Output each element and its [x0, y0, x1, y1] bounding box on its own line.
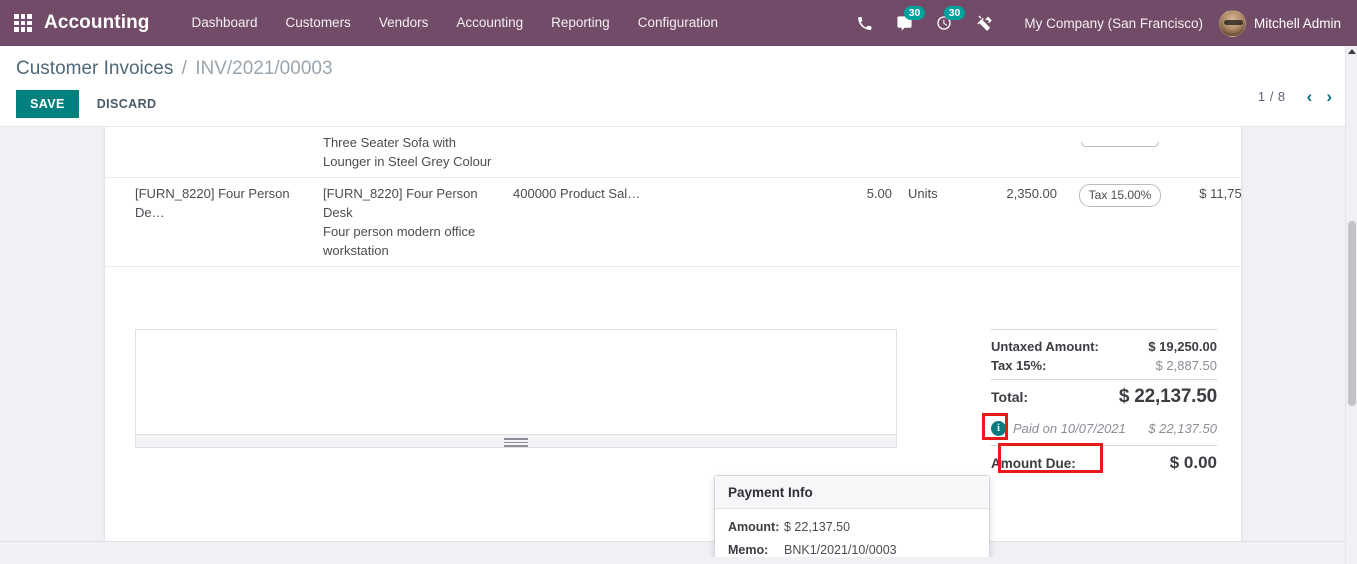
menu-configuration[interactable]: Configuration [624, 0, 732, 46]
apps-grid-icon[interactable] [14, 14, 32, 32]
user-name-label: Mitchell Admin [1253, 15, 1341, 31]
menu-vendors[interactable]: Vendors [365, 0, 443, 46]
tax-badge-clipped [1081, 142, 1159, 147]
payment-amount-value: $ 22,137.50 [784, 520, 851, 534]
total-value: $ 22,137.50 [1118, 386, 1217, 407]
invoice-lines-table: Three Seater Sofa with Lounger in Steel … [105, 127, 1241, 267]
developer-tools-icon[interactable] [969, 8, 999, 38]
line-subtotal [1175, 127, 1241, 178]
top-navbar: Accounting Dashboard Customers Vendors A… [0, 0, 1357, 46]
line-subtotal: $ 11,750.00 [1175, 177, 1241, 267]
info-circle-icon[interactable]: i [991, 421, 1006, 436]
payment-amount-label: Amount: [728, 520, 780, 534]
totals-total-row: Total: $ 22,137.50 [991, 379, 1217, 410]
line-quantity[interactable] [825, 127, 900, 178]
tax-label: Tax 15%: [991, 358, 1047, 373]
amount-due-value: $ 0.00 [1169, 453, 1217, 472]
breadcrumb-customer-invoices[interactable]: Customer Invoices [16, 58, 173, 79]
user-menu[interactable]: Mitchell Admin [1218, 9, 1349, 37]
paid-amount-value: $ 22,137.50 [1148, 421, 1217, 436]
paid-on-label: Paid on 10/07/2021 [1013, 421, 1126, 436]
payment-memo-value: BNK1/2021/10/0003 (INV/2021/00003) [784, 543, 897, 557]
record-action-buttons: SAVE DISCARD [16, 90, 1341, 118]
payment-info-title: Payment Info [715, 476, 989, 509]
totals-tax-row: Tax 15%: $ 2,887.50 [991, 356, 1217, 375]
line-spacer [705, 177, 825, 267]
notes-resize-bar[interactable] [135, 435, 897, 448]
menu-reporting[interactable]: Reporting [537, 0, 624, 46]
line-product[interactable] [105, 127, 315, 178]
menu-dashboard[interactable]: Dashboard [178, 0, 272, 46]
scroll-up-arrow-icon[interactable] [1348, 49, 1356, 54]
payment-amount-row: Amount: $ 22,137.50 [728, 517, 976, 540]
table-row[interactable]: Three Seater Sofa with Lounger in Steel … [105, 127, 1241, 178]
breadcrumb-separator: / [181, 58, 187, 79]
line-uom[interactable]: Units [900, 177, 970, 267]
totals-paid-row: i Paid on 10/07/2021 $ 22,137.50 [982, 413, 1217, 440]
payment-info-popover: Payment Info Amount: $ 22,137.50 Memo: B… [714, 475, 990, 557]
sheet-bottom-zone: Untaxed Amount: $ 19,250.00 Tax 15%: $ 2… [105, 329, 1241, 473]
payment-memo-label: Memo: [728, 543, 769, 557]
control-panel: Customer Invoices / INV/2021/00003 SAVE … [0, 46, 1357, 127]
totals-amount-due-row: Amount Due: $ 0.00 [991, 443, 1217, 475]
discard-button[interactable]: DISCARD [85, 90, 169, 118]
total-label: Total: [991, 389, 1029, 405]
line-product[interactable]: [FURN_8220] Four Person De… [105, 177, 315, 267]
pager-count: 1 / 8 [1257, 89, 1286, 104]
untaxed-amount-label: Untaxed Amount: [991, 339, 1099, 354]
line-quantity[interactable]: 5.00 [825, 177, 900, 267]
pager-previous-icon[interactable]: ‹ [1300, 88, 1320, 105]
phone-icon[interactable] [849, 8, 879, 38]
invoice-totals: Untaxed Amount: $ 19,250.00 Tax 15%: $ 2… [982, 329, 1217, 475]
vertical-scrollbar[interactable] [1345, 46, 1357, 564]
resize-grip-icon[interactable] [504, 438, 528, 447]
table-row[interactable]: [FURN_8220] Four Person De… [FURN_8220] … [105, 177, 1241, 267]
pager-next-icon[interactable]: › [1319, 88, 1339, 105]
line-account[interactable]: 400000 Product Sal… [505, 177, 705, 267]
line-price[interactable] [970, 127, 1065, 178]
tax-badge: Tax 15.00% [1078, 184, 1162, 207]
line-spacer [705, 127, 825, 178]
activity-clock-icon[interactable]: 30 [929, 6, 966, 38]
content-area: Three Seater Sofa with Lounger in Steel … [0, 127, 1357, 557]
line-account[interactable] [505, 127, 705, 178]
line-label[interactable]: [FURN_8220] Four Person Desk Four person… [315, 177, 505, 267]
breadcrumb: Customer Invoices / INV/2021/00003 [16, 56, 1341, 82]
untaxed-amount-value: $ 19,250.00 [1148, 339, 1217, 354]
line-uom[interactable] [900, 127, 970, 178]
payment-memo-row: Memo: BNK1/2021/10/0003 (INV/2021/00003) [728, 540, 976, 557]
breadcrumb-current-record: INV/2021/00003 [195, 58, 333, 79]
menu-accounting[interactable]: Accounting [442, 0, 537, 46]
save-button[interactable]: SAVE [16, 90, 79, 118]
line-taxes[interactable]: Tax 15.00% [1065, 177, 1175, 267]
activity-badge: 30 [943, 6, 966, 20]
scrollbar-thumb[interactable] [1348, 221, 1356, 406]
tax-value: $ 2,887.50 [1155, 358, 1217, 373]
bottom-strip [0, 541, 1357, 557]
line-taxes[interactable] [1065, 127, 1175, 178]
terms-and-conditions-field[interactable] [135, 329, 897, 448]
line-label[interactable]: Three Seater Sofa with Lounger in Steel … [315, 127, 505, 178]
messages-badge: 30 [903, 6, 926, 20]
company-selector[interactable]: My Company (San Francisco) [1024, 16, 1203, 31]
totals-untaxed-row: Untaxed Amount: $ 19,250.00 [991, 337, 1217, 356]
messages-icon[interactable]: 30 [889, 6, 926, 38]
record-pager: 1 / 8 ‹ › [1258, 88, 1339, 105]
invoice-sheet: Three Seater Sofa with Lounger in Steel … [104, 127, 1242, 547]
app-brand-accounting[interactable]: Accounting [44, 12, 150, 34]
navbar-right-section: 30 30 My Company (San Francisco) Mitchel… [844, 0, 1357, 46]
avatar [1218, 9, 1246, 37]
menu-customers[interactable]: Customers [272, 0, 365, 46]
amount-due-label: Amount Due: [991, 456, 1076, 471]
payment-info-body: Amount: $ 22,137.50 Memo: BNK1/2021/10/0… [715, 509, 989, 557]
line-price[interactable]: 2,350.00 [970, 177, 1065, 267]
notes-textarea[interactable] [135, 329, 897, 435]
